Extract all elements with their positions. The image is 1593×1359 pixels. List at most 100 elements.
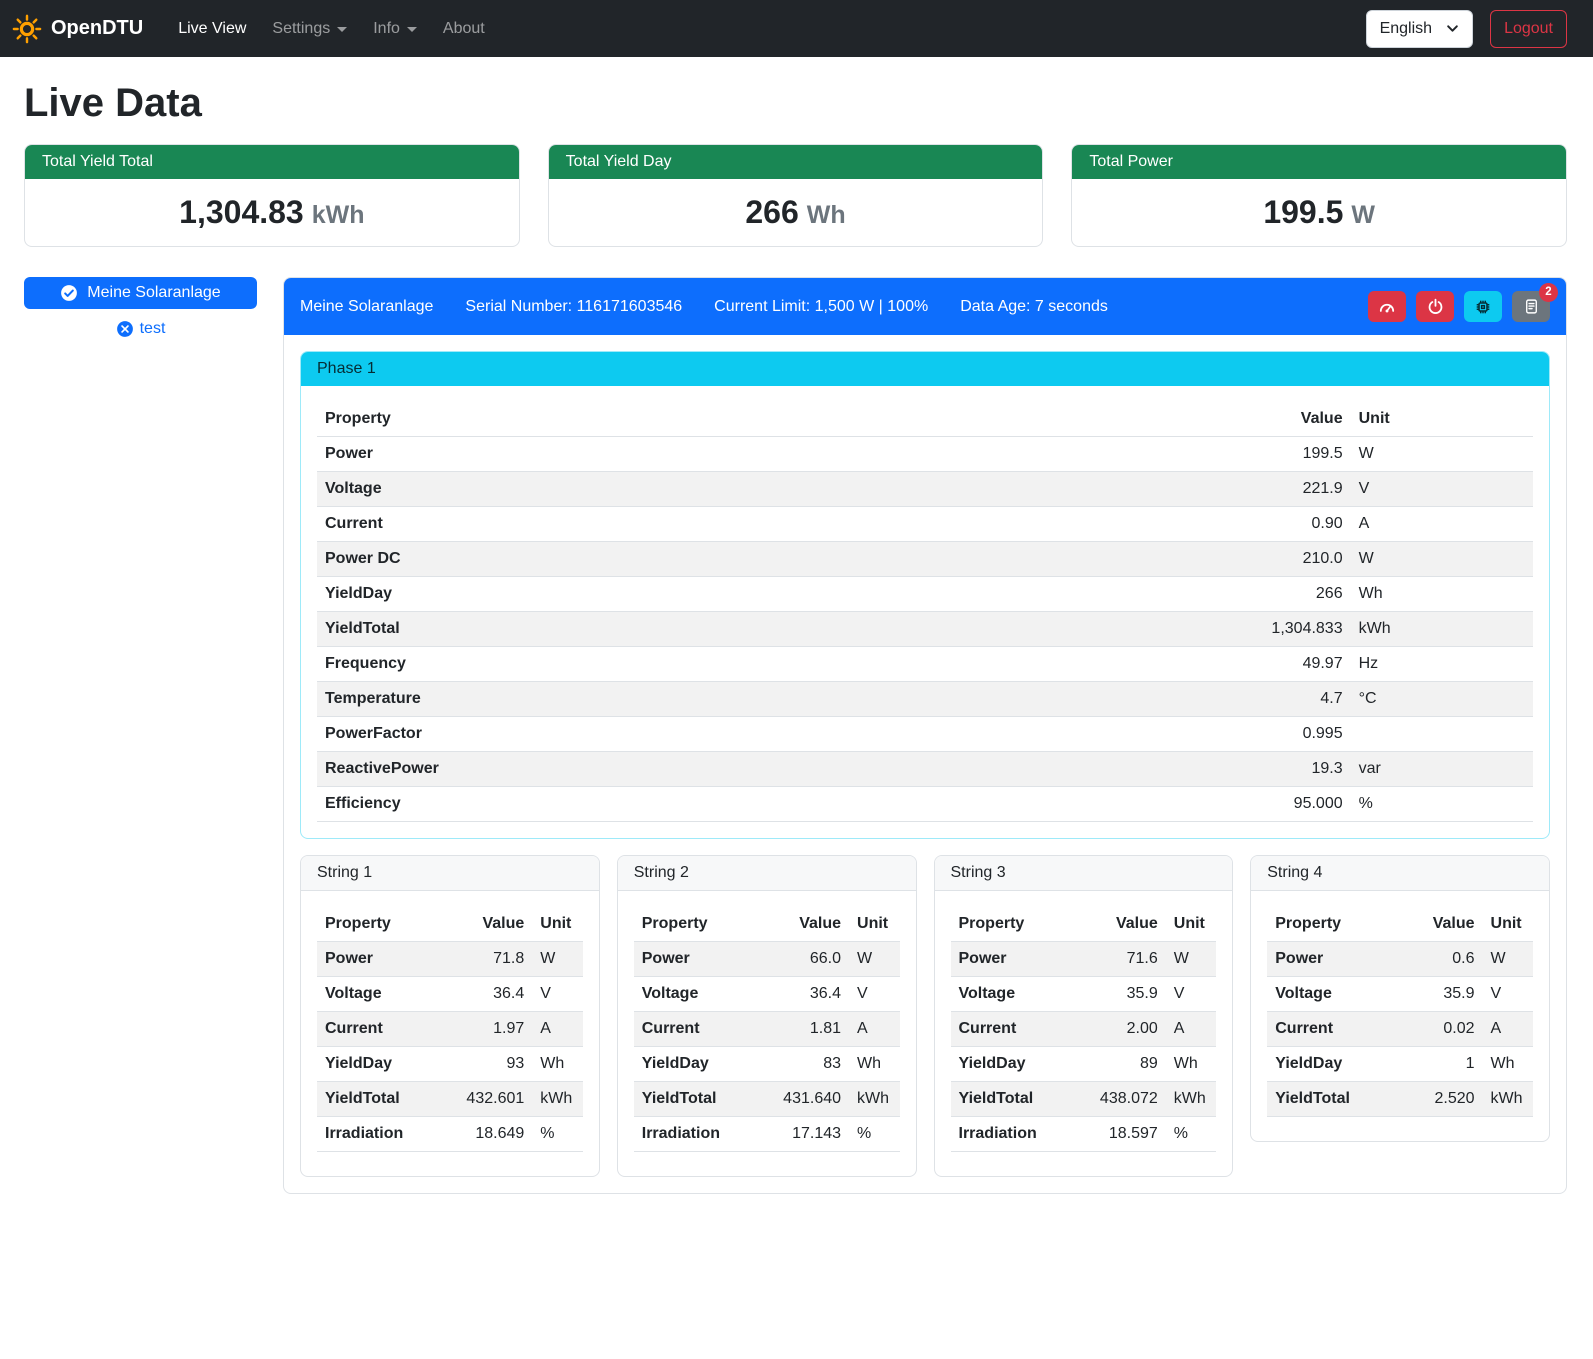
table-row: Current 1.97 A: [317, 1012, 583, 1047]
row-property: Current: [951, 1012, 1076, 1047]
row-property: YieldTotal: [317, 1082, 442, 1117]
row-value: 210.0: [1217, 542, 1351, 577]
row-unit: Wh: [1483, 1047, 1533, 1082]
row-value: 1,304.833: [1217, 612, 1351, 647]
journal-icon: [1523, 298, 1540, 315]
row-unit: [1351, 717, 1533, 752]
brand[interactable]: OpenDTU: [12, 14, 143, 44]
row-property: Current: [634, 1012, 759, 1047]
table-row: Power 199.5 W: [317, 437, 1533, 472]
event-log-button[interactable]: 2: [1512, 291, 1550, 322]
language-select-value: English: [1380, 20, 1432, 38]
inverter-test-label: test: [140, 320, 166, 338]
row-property: Voltage: [1267, 977, 1392, 1012]
table-row: YieldTotal 1,304.833 kWh: [317, 612, 1533, 647]
table-row: Power 71.6 W: [951, 942, 1217, 977]
row-unit: %: [849, 1117, 899, 1152]
string-card: String 2 Property Value Unit: [617, 855, 917, 1177]
row-unit: W: [1483, 942, 1533, 977]
row-unit: Hz: [1351, 647, 1533, 682]
column-header-value: Value: [1217, 402, 1351, 437]
row-value: 18.649: [442, 1117, 532, 1152]
string-title: String 1: [301, 856, 599, 891]
nav-info[interactable]: Info: [360, 20, 430, 38]
row-value: 0.995: [1217, 717, 1351, 752]
row-property: Power: [634, 942, 759, 977]
table-row: YieldTotal 431.640 kWh: [634, 1082, 900, 1117]
row-value: 1.81: [759, 1012, 849, 1047]
card-unit: Wh: [807, 201, 846, 229]
row-property: Current: [317, 507, 1217, 542]
limit-settings-button[interactable]: [1368, 291, 1406, 322]
brand-label: OpenDTU: [51, 17, 143, 40]
table-row: YieldDay 266 Wh: [317, 577, 1533, 612]
row-property: YieldDay: [317, 577, 1217, 612]
device-info-button[interactable]: [1464, 291, 1502, 322]
row-property: Power: [317, 437, 1217, 472]
row-unit: W: [532, 942, 582, 977]
row-property: Voltage: [634, 977, 759, 1012]
row-unit: V: [1483, 977, 1533, 1012]
column-header-property: Property: [951, 907, 1076, 942]
table-row: YieldDay 1 Wh: [1267, 1047, 1533, 1082]
row-unit: V: [1166, 977, 1216, 1012]
string-table-body: Power 71.8 W Voltage 36.4 V: [317, 942, 583, 1152]
language-select[interactable]: English: [1366, 10, 1473, 48]
table-row: Power 71.8 W: [317, 942, 583, 977]
inverter-limit: Current Limit: 1,500 W | 100%: [714, 298, 928, 316]
row-property: Irradiation: [317, 1117, 442, 1152]
nav-live-view[interactable]: Live View: [165, 20, 259, 38]
row-unit: %: [532, 1117, 582, 1152]
column-header-unit: Unit: [849, 907, 899, 942]
card-title: Total Yield Day: [549, 145, 1043, 179]
table-row: Power 0.6 W: [1267, 942, 1533, 977]
row-value: 17.143: [759, 1117, 849, 1152]
power-button[interactable]: [1416, 291, 1454, 322]
table-row: Voltage 36.4 V: [634, 977, 900, 1012]
row-property: Power: [1267, 942, 1392, 977]
row-property: Voltage: [951, 977, 1076, 1012]
nav-settings[interactable]: Settings: [259, 20, 360, 38]
inverter-select-button[interactable]: Meine Solaranlage: [24, 277, 257, 309]
table-row: Current 2.00 A: [951, 1012, 1217, 1047]
row-value: 93: [442, 1047, 532, 1082]
table-row: YieldDay 83 Wh: [634, 1047, 900, 1082]
row-property: YieldTotal: [951, 1082, 1076, 1117]
nav-about[interactable]: About: [430, 20, 498, 38]
inverter-sidebar: Meine Solaranlage test: [24, 277, 257, 338]
card-unit: W: [1351, 201, 1375, 229]
table-header-row: Property Value Unit: [317, 402, 1533, 437]
nav-settings-label: Settings: [272, 20, 330, 38]
event-count-badge: 2: [1539, 283, 1558, 302]
string-table: Property Value Unit Power: [317, 907, 583, 1152]
row-property: Voltage: [317, 977, 442, 1012]
strings-row: String 1 Property Value Unit: [300, 855, 1550, 1177]
row-property: YieldTotal: [634, 1082, 759, 1117]
string-card: String 1 Property Value Unit: [300, 855, 600, 1177]
inverter-serial: Serial Number: 116171603546: [465, 298, 682, 316]
chevron-down-icon: [337, 27, 347, 32]
table-row: Voltage 221.9 V: [317, 472, 1533, 507]
inverter-select-label: Meine Solaranlage: [87, 284, 220, 302]
row-property: Irradiation: [951, 1117, 1076, 1152]
row-value: 2.520: [1392, 1082, 1482, 1117]
string-table-body: Power 0.6 W Voltage 35.9 V: [1267, 942, 1533, 1117]
inverter-data-age: Data Age: 7 seconds: [960, 298, 1108, 316]
row-property: YieldDay: [317, 1047, 442, 1082]
column-header-unit: Unit: [1483, 907, 1533, 942]
row-property: YieldDay: [634, 1047, 759, 1082]
row-value: 36.4: [759, 977, 849, 1012]
row-value: 1: [1392, 1047, 1482, 1082]
row-unit: A: [849, 1012, 899, 1047]
row-value: 83: [759, 1047, 849, 1082]
page-title: Live Data: [24, 81, 1567, 126]
chevron-down-icon: [407, 27, 417, 32]
row-value: 438.072: [1075, 1082, 1165, 1117]
row-unit: Wh: [1166, 1047, 1216, 1082]
row-property: Power DC: [317, 542, 1217, 577]
column-header-property: Property: [317, 907, 442, 942]
row-value: 0.6: [1392, 942, 1482, 977]
row-unit: kWh: [1351, 612, 1533, 647]
inverter-test-link[interactable]: test: [24, 320, 257, 338]
logout-button[interactable]: Logout: [1490, 10, 1567, 48]
